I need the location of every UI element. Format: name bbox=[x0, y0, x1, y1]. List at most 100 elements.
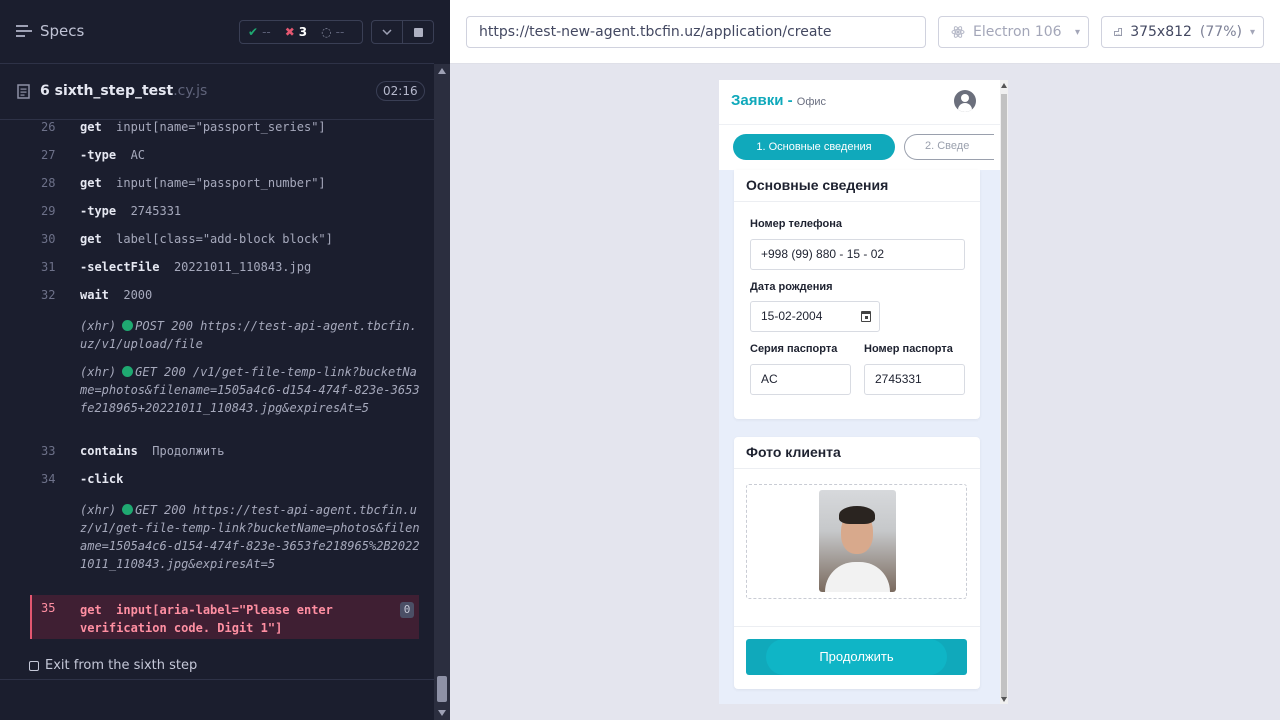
suite-checkbox-icon bbox=[29, 660, 39, 671]
status-dot-icon bbox=[122, 504, 134, 515]
viewport-selector[interactable]: 375x812 (77%) ▾ bbox=[1101, 16, 1264, 48]
passport-number-label: Номер паспорта bbox=[864, 343, 953, 355]
command-number: 28 bbox=[41, 176, 56, 190]
dob-value: 15-02-2004 bbox=[761, 309, 823, 323]
command-name: get input[name="passport_number"] bbox=[80, 176, 326, 190]
command-label: get bbox=[80, 120, 102, 134]
run-options-dropdown[interactable] bbox=[371, 20, 403, 44]
command-arg: 2745331 bbox=[130, 204, 182, 218]
phone-label: Номер телефона bbox=[750, 218, 842, 230]
basic-info-card: Основные сведения Номер телефона +998 (9… bbox=[734, 170, 980, 419]
page-title: Заявки - Офис bbox=[731, 92, 826, 109]
electron-icon bbox=[951, 26, 965, 38]
step-tabs: 1. Основные сведения 2. Сведе bbox=[719, 124, 1000, 170]
viewport-scale: (77%) bbox=[1199, 24, 1242, 40]
command-name: get label[class="add-block block"] bbox=[80, 232, 333, 246]
command-name: -selectFile 20221011_110843.jpg bbox=[80, 260, 311, 274]
command-number: 35 bbox=[41, 601, 56, 615]
scroll-thumb[interactable] bbox=[437, 676, 447, 702]
dob-input[interactable]: 15-02-2004 bbox=[750, 301, 880, 332]
command-number: 27 bbox=[41, 148, 56, 162]
suite-row[interactable]: Exit from the sixth step bbox=[29, 658, 197, 673]
failed-count: 3 bbox=[298, 25, 308, 39]
passport-series-label: Серия паспорта bbox=[750, 343, 838, 355]
status-dot-icon bbox=[122, 320, 134, 331]
user-avatar-icon[interactable] bbox=[954, 90, 976, 112]
dob-label: Дата рождения bbox=[750, 281, 833, 293]
scroll-up-icon[interactable] bbox=[438, 68, 446, 74]
url-bar[interactable]: https://test-new-agent.tbcfin.uz/applica… bbox=[466, 16, 926, 48]
continue-label: Продолжить bbox=[819, 649, 894, 664]
stop-button[interactable] bbox=[402, 20, 434, 44]
command-name: -type 2745331 bbox=[80, 204, 181, 218]
scroll-thumb[interactable] bbox=[1001, 94, 1007, 698]
command-number: 30 bbox=[41, 232, 56, 246]
command-arg: 20221011_110843.jpg bbox=[173, 260, 312, 274]
command-label: wait bbox=[80, 288, 109, 302]
chevron-down-icon: ▾ bbox=[1249, 26, 1255, 38]
aut-header: https://test-new-agent.tbcfin.uz/applica… bbox=[450, 0, 1280, 64]
phone-input[interactable]: +998 (99) 880 - 15 - 02 bbox=[750, 239, 965, 270]
client-photo bbox=[819, 490, 896, 592]
scroll-down-icon[interactable] bbox=[438, 710, 446, 716]
failed-command-row[interactable]: 35 get input[aria-label="Please enter ve… bbox=[30, 595, 419, 639]
command-name: -type AC bbox=[80, 148, 145, 162]
xhr-prefix: (xhr) bbox=[80, 319, 117, 333]
viewport-size: 375x812 bbox=[1130, 24, 1192, 40]
passport-number-input[interactable]: 2745331 bbox=[864, 364, 965, 395]
document-icon bbox=[17, 84, 30, 99]
app-header: Заявки - Офис bbox=[719, 80, 1000, 124]
calendar-icon[interactable] bbox=[861, 311, 871, 322]
browser-selector[interactable]: Electron 106 ▾ bbox=[938, 16, 1089, 48]
failed-command-text: get input[aria-label="Please enter verif… bbox=[80, 601, 380, 637]
command-number: 31 bbox=[41, 260, 56, 274]
command-number: 29 bbox=[41, 204, 56, 218]
command-name: contains Продолжить bbox=[80, 444, 225, 458]
spec-filename: 6 sixth_step_test bbox=[40, 83, 174, 99]
preview-scrollbar[interactable] bbox=[1000, 80, 1008, 704]
command-name: wait 2000 bbox=[80, 288, 152, 302]
command-label: get bbox=[80, 176, 102, 190]
scroll-down-icon[interactable] bbox=[1001, 697, 1007, 702]
scroll-up-icon[interactable] bbox=[1001, 83, 1007, 88]
browser-label: Electron 106 bbox=[973, 24, 1062, 40]
command-number: 32 bbox=[41, 288, 56, 302]
passport-series-input[interactable]: AC bbox=[750, 364, 851, 395]
command-label: -type bbox=[80, 204, 117, 218]
divider bbox=[734, 468, 980, 469]
pending-count: -- bbox=[335, 25, 345, 39]
step-tab-basic-info[interactable]: 1. Основные сведения bbox=[733, 134, 895, 160]
command-arg: input[aria-label="Please enter verificat… bbox=[80, 603, 333, 635]
spec-name[interactable]: 6 sixth_step_test.cy.js bbox=[40, 83, 207, 99]
reporter-scrollbar[interactable] bbox=[434, 64, 450, 720]
app-preview: Заявки - Офис 1. Основные сведения 2. Св… bbox=[719, 80, 1008, 704]
reporter-panel: Specs ✔ -- ✖ 3 ◌ -- 6 sixth_step_test.cy… bbox=[0, 0, 450, 720]
xhr-log-entry[interactable]: (xhr) GET 200 https://test-api-agent.tbcf… bbox=[80, 501, 420, 573]
divider bbox=[0, 679, 434, 680]
xhr-prefix: (xhr) bbox=[80, 503, 117, 517]
element-count-badge: 0 bbox=[400, 602, 414, 618]
page-subtitle: Офис bbox=[796, 96, 827, 108]
command-label: get bbox=[80, 603, 102, 617]
spec-duration: 02:16 bbox=[376, 81, 425, 101]
command-arg: 2000 bbox=[123, 288, 153, 302]
divider bbox=[734, 626, 980, 627]
command-number: 26 bbox=[41, 120, 56, 134]
command-number: 34 bbox=[41, 472, 56, 486]
client-photo-card: Фото клиента Продолжить bbox=[734, 437, 980, 689]
photo-upload-zone[interactable] bbox=[746, 484, 967, 599]
step-tab-details[interactable]: 2. Сведе bbox=[904, 134, 994, 160]
command-arg: Продолжить bbox=[152, 444, 225, 458]
menu-icon bbox=[16, 25, 32, 37]
xhr-log-entry[interactable]: (xhr) GET 200 /v1/get-file-temp-link?buck… bbox=[80, 363, 420, 417]
continue-button[interactable]: Продолжить bbox=[746, 639, 967, 675]
xhr-prefix: (xhr) bbox=[80, 365, 117, 379]
command-arg: input[name="passport_number"] bbox=[116, 176, 326, 190]
stop-icon bbox=[413, 27, 423, 37]
chevron-down-icon bbox=[382, 29, 392, 35]
suite-label: Exit from the sixth step bbox=[45, 658, 198, 673]
command-arg: input[name="passport_series"] bbox=[116, 120, 326, 134]
specs-toggle-button[interactable]: Specs bbox=[16, 22, 84, 40]
xhr-log-entry[interactable]: (xhr) POST 200 https://test-api-agent.tbc… bbox=[80, 317, 420, 353]
command-number: 33 bbox=[41, 444, 56, 458]
